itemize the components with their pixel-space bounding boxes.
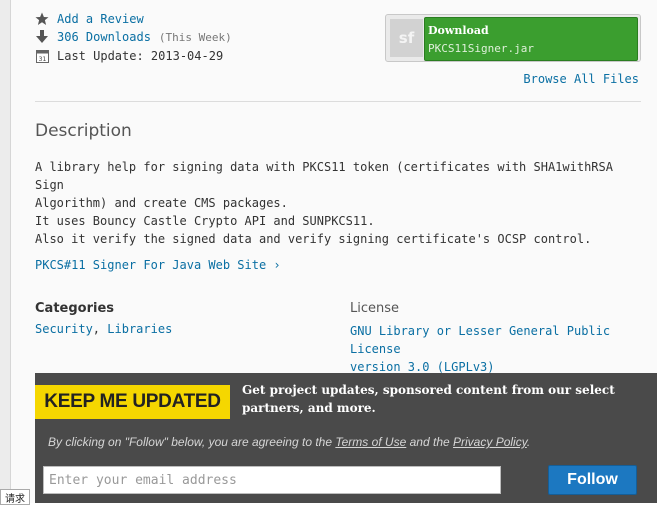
sf-logo-icon: sf — [390, 19, 423, 57]
terms-of-use-link[interactable]: Terms of Use — [335, 435, 406, 449]
license-link-line1[interactable]: GNU Library or Lesser General Public Lic… — [350, 322, 650, 358]
license-link[interactable]: GNU Library or Lesser General Public Lic… — [350, 322, 650, 376]
chevron-right-icon: › — [273, 258, 281, 272]
email-input[interactable] — [43, 466, 501, 494]
browse-all-files-link[interactable]: Browse All Files — [523, 72, 639, 86]
download-title: Download — [428, 24, 489, 37]
keep-me-updated-badge: KEEP ME UPDATED — [35, 385, 230, 419]
download-filename: PKCS11Signer.jar — [428, 42, 534, 55]
download-button[interactable]: sf Download PKCS11Signer.jar — [385, 14, 641, 62]
downloads-count-link[interactable]: 306 Downloads — [57, 30, 151, 44]
newsletter-panel: KEEP ME UPDATED Get project updates, spo… — [35, 373, 657, 503]
divider — [35, 101, 641, 102]
last-update-text: Last Update: 2013-04-29 — [57, 49, 224, 63]
description-heading: Description — [35, 121, 132, 141]
downloads-period: (This Week) — [158, 30, 232, 44]
download-arrow-icon — [35, 30, 49, 44]
newsletter-legal: By clicking on "Follow" below, you are a… — [48, 435, 530, 449]
project-website-label[interactable]: PKCS#11 Signer For Java Web Site — [35, 258, 266, 272]
add-review-link[interactable]: Add a Review — [57, 12, 144, 26]
calendar-icon: 31 — [35, 49, 49, 63]
left-rail — [0, 0, 11, 503]
description-line: Also it verify the signed data and verif… — [35, 232, 592, 246]
description-text: A library help for signing data with PKC… — [35, 158, 635, 248]
legal-and: and the — [409, 435, 450, 449]
privacy-policy-link[interactable]: Privacy Policy — [453, 435, 527, 449]
description-line: It uses Bouncy Castle Crypto API and SUN… — [35, 214, 375, 228]
legal-prefix: By clicking on "Follow" below, you are a… — [48, 435, 333, 449]
add-review-row[interactable]: Add a Review — [35, 10, 144, 28]
category-link-libraries[interactable]: Libraries — [107, 322, 172, 336]
category-link-security[interactable]: Security — [35, 322, 93, 336]
svg-text:31: 31 — [38, 56, 46, 63]
legal-suffix: . — [526, 435, 531, 449]
license-heading: License — [350, 301, 400, 316]
category-separator: , — [92, 322, 101, 336]
download-button-body[interactable]: Download PKCS11Signer.jar — [424, 17, 638, 61]
categories-heading: Categories — [35, 301, 115, 316]
description-line: Algorithm) and create CMS packages. — [35, 196, 288, 210]
star-icon — [35, 12, 49, 26]
last-update-row: 31 Last Update: 2013-04-29 — [35, 47, 223, 65]
follow-button[interactable]: Follow — [548, 465, 637, 495]
newsletter-description: Get project updates, sponsored content f… — [242, 383, 615, 415]
project-website-link[interactable]: PKCS#11 Signer For Java Web Site › — [35, 258, 281, 272]
description-line: A library help for signing data with PKC… — [35, 160, 613, 192]
downloads-row: 306 Downloads (This Week) — [35, 28, 232, 46]
categories-list: Security, Libraries — [35, 322, 172, 336]
